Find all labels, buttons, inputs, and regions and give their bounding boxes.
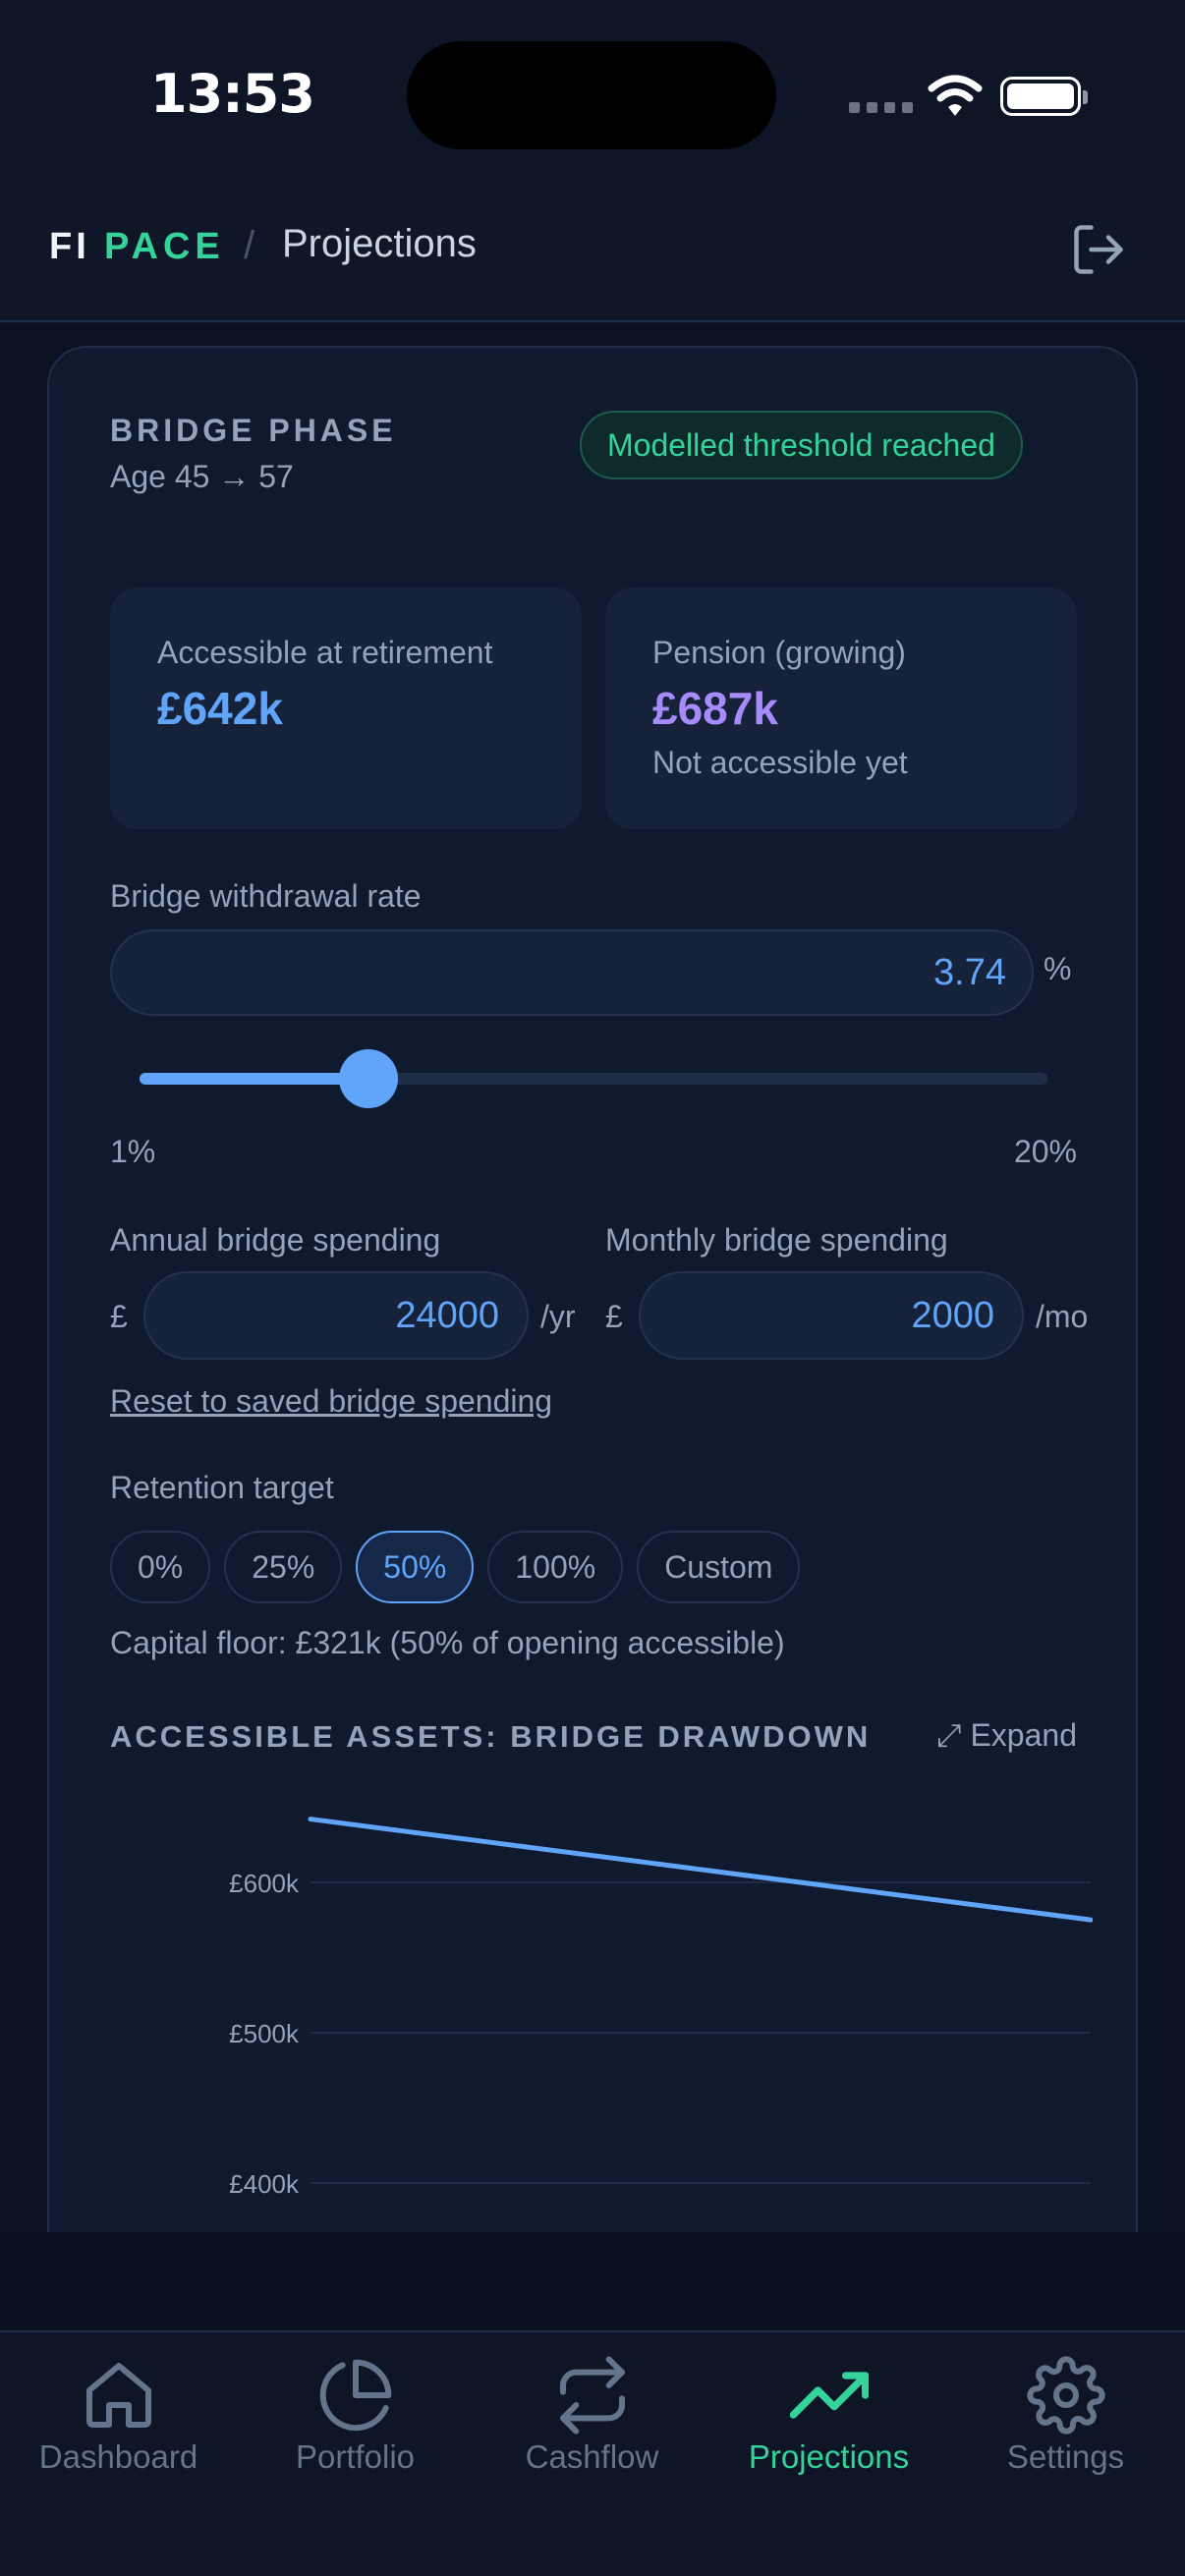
retention-chip-custom[interactable]: Custom <box>637 1531 801 1603</box>
tab-label: Settings <box>1006 2438 1125 2475</box>
monthly-unit: /mo <box>1036 1299 1089 1334</box>
status-bar: 13:53 <box>0 0 1185 187</box>
tab-dashboard[interactable]: Dashboard <box>0 2332 237 2490</box>
withdrawal-rate-slider[interactable] <box>140 1049 1047 1108</box>
monthly-spending-label: Monthly bridge spending <box>605 1222 948 1258</box>
accessible-value: £642k <box>157 683 283 734</box>
dynamic-island <box>407 41 776 149</box>
bridge-phase-title: BRIDGE PHASE <box>110 413 397 448</box>
bridge-phase-card: BRIDGE PHASE Age 45 → 57 Modelled thresh… <box>47 346 1138 2232</box>
annual-spending-input[interactable]: 24000 <box>143 1271 529 1360</box>
y-tick-label: £500k <box>229 2019 300 2048</box>
gear-icon <box>1026 2356 1105 2435</box>
scroll-area[interactable]: BRIDGE PHASE Age 45 → 57 Modelled thresh… <box>0 324 1185 2232</box>
cellular-signal-icon <box>849 102 913 113</box>
monthly-currency-symbol: £ <box>605 1299 623 1334</box>
series-line <box>308 1817 1093 1923</box>
battery-icon <box>1000 77 1088 116</box>
drawdown-chart: £600k£500k£400kFloor <box>229 1817 1093 2232</box>
app-header: FI PACE / Projections <box>0 187 1185 322</box>
bottom-tab-bar: Dashboard Portfolio Cashflow Projections… <box>0 2330 1185 2576</box>
reset-spending-link[interactable]: Reset to saved bridge spending <box>110 1383 552 1420</box>
chart-title: ACCESSIBLE ASSETS: BRIDGE DRAWDOWN <box>110 1719 872 1754</box>
tab-label: Cashflow <box>525 2438 659 2475</box>
retention-chip-25[interactable]: 25% <box>224 1531 343 1603</box>
y-tick-label: £400k <box>229 2169 300 2199</box>
y-tick-label: £600k <box>229 1869 300 1898</box>
tab-cashflow[interactable]: Cashflow <box>474 2332 710 2490</box>
slider-max-label: 20% <box>1013 1134 1077 1169</box>
trending-up-icon <box>789 2372 869 2419</box>
annual-currency-symbol: £ <box>110 1299 128 1334</box>
pension-stat-box: Pension (growing) £687k Not accessible y… <box>605 588 1077 829</box>
tab-label: Projections <box>748 2438 910 2475</box>
slider-fill <box>140 1073 369 1085</box>
repeat-icon <box>559 2356 625 2435</box>
retention-chip-100[interactable]: 100% <box>487 1531 624 1603</box>
pie-chart-icon <box>319 2359 391 2432</box>
retention-target-label: Retention target <box>110 1470 334 1505</box>
status-time: 13:53 <box>150 63 315 125</box>
annual-unit: /yr <box>540 1299 576 1334</box>
pension-note: Not accessible yet <box>652 745 908 780</box>
wifi-icon <box>928 75 983 116</box>
slider-thumb[interactable] <box>339 1049 399 1108</box>
withdrawal-rate-unit: % <box>1044 951 1072 986</box>
page-title: Projections <box>282 222 477 265</box>
home-icon <box>85 2363 151 2428</box>
accessible-stat-box: Accessible at retirement £642k <box>110 588 582 829</box>
logout-icon[interactable] <box>1069 220 1128 279</box>
retention-options: 0% 25% 50% 100% Custom <box>110 1531 801 1603</box>
pension-label: Pension (growing) <box>652 635 906 670</box>
brand-logo-fi: FI <box>49 226 90 267</box>
breadcrumb-separator: / <box>244 224 255 267</box>
pension-value: £687k <box>652 683 778 734</box>
tab-label: Dashboard <box>38 2438 198 2475</box>
bridge-phase-age-range: Age 45 → 57 <box>110 459 294 494</box>
retention-chip-0[interactable]: 0% <box>110 1531 211 1603</box>
content-bottom-edge <box>0 2232 1185 2330</box>
tab-portfolio[interactable]: Portfolio <box>237 2332 474 2490</box>
chart-expand-button[interactable]: ⤢ Expand <box>936 1717 1077 1755</box>
tab-projections[interactable]: Projections <box>710 2332 947 2490</box>
capital-floor-note: Capital floor: £321k (50% of opening acc… <box>110 1625 785 1660</box>
retention-chip-50[interactable]: 50% <box>356 1531 475 1603</box>
slider-min-label: 1% <box>110 1134 156 1169</box>
brand-logo-pace: PACE <box>104 226 225 267</box>
withdrawal-rate-input[interactable]: 3.74 <box>110 929 1034 1016</box>
tab-settings[interactable]: Settings <box>947 2332 1184 2490</box>
withdrawal-rate-label: Bridge withdrawal rate <box>110 878 422 914</box>
threshold-status-badge: Modelled threshold reached <box>580 411 1023 479</box>
annual-spending-label: Annual bridge spending <box>110 1222 441 1258</box>
monthly-spending-input[interactable]: 2000 <box>639 1271 1024 1360</box>
tab-label: Portfolio <box>295 2438 416 2475</box>
accessible-label: Accessible at retirement <box>157 635 493 670</box>
